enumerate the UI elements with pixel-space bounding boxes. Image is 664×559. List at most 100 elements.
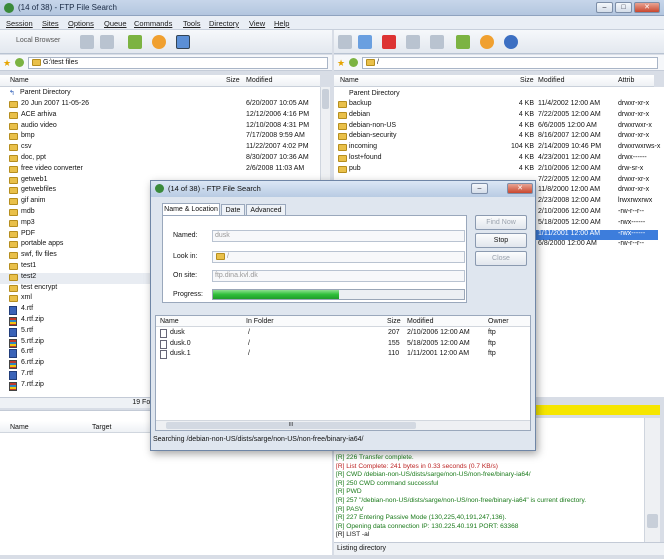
skip-icon[interactable] [100,35,114,49]
col-size[interactable]: Size [226,77,240,84]
item-size: 4 KB [518,100,534,107]
result-row[interactable]: dusk.0 / 155 5/18/2005 12:00 AM ftp [156,339,530,350]
res-col-owner[interactable]: Owner [488,318,509,325]
connect-icon[interactable] [456,35,470,49]
res-col-name[interactable]: Name [160,318,179,325]
list-item[interactable]: pub 4 KB 2/10/2006 12:00 AM drw-sr-x [334,165,658,176]
onsite-input[interactable]: ftp.dina.kvl.dk [212,270,465,282]
minimize-button[interactable]: – [596,2,613,13]
app-icon [155,184,164,193]
left-path-input[interactable]: G:\test files [28,57,328,69]
find-now-button[interactable]: Find Now [475,215,527,230]
list-item[interactable]: bmp 7/17/2008 9:59 AM [0,132,320,143]
connect-icon[interactable] [128,35,142,49]
menu-directory[interactable]: Directory [209,19,239,28]
scroll-thumb[interactable] [647,514,658,528]
res-col-size[interactable]: Size [387,318,401,325]
item-name: audio video [21,121,57,129]
result-name: dusk.1 [170,350,191,357]
list-item[interactable]: debian 4 KB 7/22/2005 12:00 AM drwxr-xr-x [334,111,658,122]
right-path-input[interactable]: / [362,57,658,69]
menu-queue[interactable]: Queue [104,19,127,28]
stop-button[interactable]: Stop [475,233,527,248]
result-modified: 5/18/2005 12:00 AM [407,339,470,347]
col-size[interactable]: Size [520,77,534,84]
star-icon[interactable]: ★ [337,58,345,69]
local-browser-button[interactable]: Local Browser [16,37,60,44]
pause-icon[interactable] [80,35,94,49]
progress-label: Progress: [173,291,203,298]
list-item[interactable]: lost+found 4 KB 4/23/2001 12:00 AM drwx----… [334,154,658,165]
item-attrib: -rw-r--r-- [618,240,645,248]
refresh-icon[interactable] [480,35,494,49]
connect-site-icon[interactable] [358,35,372,49]
item-attrib: drw-sr-x [618,164,644,172]
menu-options[interactable]: Options [68,19,94,28]
globe-icon[interactable] [504,35,518,49]
dialog-close-button[interactable]: ✕ [507,183,533,194]
log-line: [R] 226 Transfer complete. [336,454,414,461]
folder-icon [9,263,18,270]
res-col-modified[interactable]: Modified [407,318,433,325]
menu-commands[interactable]: Commands [134,19,172,28]
up-folder-icon[interactable] [15,58,24,67]
scroll-thumb[interactable] [322,89,329,109]
col-name[interactable]: Name [340,77,359,84]
menu-help[interactable]: Help [274,19,289,28]
menu-tools[interactable]: Tools [183,19,201,28]
star-icon[interactable]: ★ [3,58,11,69]
menu-sites[interactable]: Sites [42,19,59,28]
queue-col-target[interactable]: Target [92,424,111,431]
folder-icon [9,209,18,216]
folder-icon [9,241,18,249]
named-input[interactable]: dusk [212,230,465,242]
list-item[interactable]: audio video 12/10/2008 4:31 PM [0,122,320,133]
col-modified[interactable]: Modified [246,77,272,84]
log-scrollbar[interactable] [644,418,660,542]
name-location-panel: Named: dusk Look in: / On site: ftp.dina… [162,215,467,303]
local-view-icon[interactable] [176,35,190,49]
menu-session[interactable]: Session [6,19,33,28]
disconnect-icon[interactable] [338,35,352,49]
skip-icon[interactable] [430,35,444,49]
list-item[interactable]: free video converter 2/6/2008 11:03 AM [0,165,320,176]
folder-icon [9,144,18,152]
list-item[interactable]: incoming 104 KB 2/14/2009 10:46 PM drwxrwxr… [334,143,660,154]
list-item[interactable]: debian-security 4 KB 8/16/2007 12:00 AM drw… [334,132,658,143]
close-dialog-button[interactable]: Close [475,251,527,266]
col-modified[interactable]: Modified [538,77,564,84]
result-row[interactable]: dusk / 207 2/10/2006 12:00 AM ftp [156,329,530,339]
close-button[interactable]: ✕ [634,2,660,13]
list-item[interactable]: doc, ppt 8/30/2007 10:36 AM [0,154,320,165]
item-modified: 6/8/2000 12:00 AM [538,240,597,248]
queue-col-name[interactable]: Name [10,424,29,431]
delete-icon[interactable] [382,35,396,49]
lookin-select[interactable]: / [212,251,465,263]
results-hscrollbar[interactable]: III [156,420,530,430]
result-row[interactable]: dusk.1 / 110 1/11/2001 12:00 AM ftp [156,350,530,360]
res-col-folder[interactable]: In Folder [246,318,274,325]
item-name: debian [349,110,371,118]
col-attrib[interactable]: Attrib [618,77,634,84]
menu-view[interactable]: View [249,19,265,28]
refresh-icon[interactable] [152,35,166,49]
list-item[interactable]: debian-non-US 4 KB 6/6/2005 12:00 AM drwxrw… [334,122,658,133]
col-name[interactable]: Name [10,77,29,84]
folder-icon [9,273,18,281]
list-item[interactable]: 20 Jun 2007 11-05-26 6/20/2007 10:05 AM [0,100,320,111]
list-item[interactable]: ACE arhiva 12/12/2006 4:16 PM [0,111,320,122]
folder-icon [9,252,18,260]
item-modified: 7/22/2005 12:00 AM [538,175,601,183]
item-name: 4.rtf.zip [21,316,44,323]
pause-icon[interactable] [406,35,420,49]
up-folder-icon[interactable] [349,58,358,67]
result-owner: ftp [488,350,496,357]
item-name: debian-non-US [349,121,397,129]
list-item[interactable]: backup 4 KB 11/4/2002 12:00 AM drwxr-xr-x [334,100,658,111]
maximize-button[interactable]: □ [615,2,632,13]
list-item[interactable]: csv 11/22/2007 4:02 PM [0,143,320,154]
up-arrow-icon: ↰ [9,90,15,97]
progress-fill [213,290,339,299]
scroll-thumb[interactable]: III [166,422,416,429]
dialog-minimize-button[interactable]: – [471,183,488,194]
